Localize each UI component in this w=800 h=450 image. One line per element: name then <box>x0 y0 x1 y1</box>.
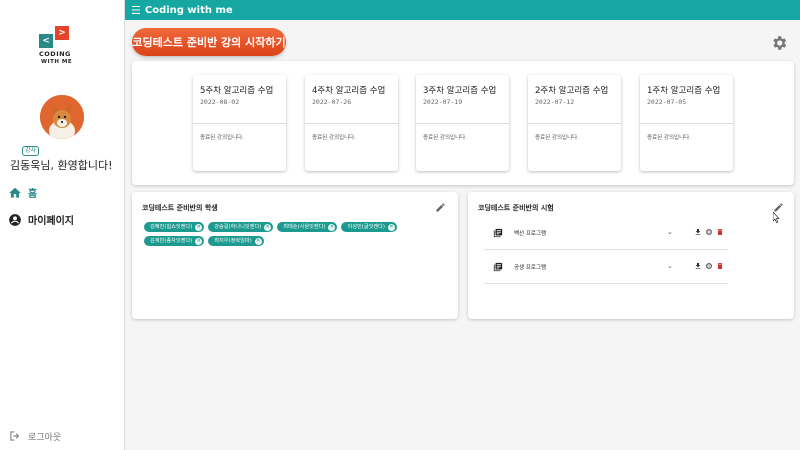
chevron-down-icon[interactable]: ⌄ <box>667 262 673 270</box>
lesson-status: 종료된 강의입니다. <box>647 135 691 141</box>
exam-name: 공생 프로그램 <box>514 265 547 271</box>
gear-icon[interactable] <box>705 228 713 236</box>
account-circle-icon <box>9 213 21 226</box>
lesson-card[interactable]: 4주차 알고리즘 수업 2022-07-26 종료된 강의입니다. <box>305 75 398 171</box>
nav-home-label: 홈 <box>28 189 38 200</box>
library-books-icon <box>493 262 503 272</box>
lesson-divider <box>416 123 509 124</box>
library-books-icon <box>493 228 503 238</box>
menu-icon[interactable]: ☰ <box>131 4 141 17</box>
nav-home[interactable]: 홈 <box>8 185 37 200</box>
lesson-date: 2022-07-19 <box>423 98 463 106</box>
lesson-card[interactable]: 3주차 알고리즘 수업 2022-07-19 종료된 강의입니다. <box>416 75 509 171</box>
exam-row[interactable]: 백선 프로그램 ⌄ <box>484 220 728 250</box>
lesson-title: 2주차 알고리즘 수업 <box>535 86 609 96</box>
lesson-divider <box>528 123 621 124</box>
delete-icon[interactable] <box>716 262 724 270</box>
edit-pencil-icon[interactable] <box>435 202 446 213</box>
student-chip-label: 이성민(글잇켄다) <box>347 224 385 230</box>
student-chip-list: 김혜진(힘쇼잇켄다) ✕ 강승길(하나니잇켄다) ✕ 최태순(사원잇켄다) ✕ 이성민… <box>144 222 444 246</box>
students-panel-title: 코딩테스트 준비반의 학생 <box>142 204 218 212</box>
logout-label: 로그아웃 <box>28 432 62 443</box>
logout-button[interactable]: 로그아웃 <box>8 429 61 443</box>
student-chip-label: 김혜진(힘쇼잇켄다) <box>150 224 193 230</box>
logo-text-line2: WITH ME <box>41 59 73 65</box>
student-chip[interactable]: 김계빈(종자잇켄다) ✕ <box>144 236 205 246</box>
student-chip[interactable]: 김혜진(힘쇼잇켄다) ✕ <box>144 222 205 232</box>
logo-left-glyph: < <box>39 34 53 48</box>
lesson-status: 종료된 강의입니다. <box>312 135 356 141</box>
settings-gear-icon[interactable] <box>770 34 788 52</box>
lesson-card[interactable]: 2주차 알고리즘 수업 2022-07-12 종료된 강의입니다. <box>528 75 621 171</box>
lesson-date: 2022-07-26 <box>312 98 352 106</box>
sidebar: < > CODING WITH ME 강사 김동욱님, 환영합니다! 홈 마이페… <box>0 0 125 450</box>
exams-panel: 코딩테스트 준비반의 시험 백선 프로그램 ⌄ 공생 프로그램 ⌄ <box>468 192 794 319</box>
chip-remove-icon[interactable]: ✕ <box>195 223 203 231</box>
student-chip-label: 김계빈(종자잇켄다) <box>150 238 193 244</box>
chip-remove-icon[interactable]: ✕ <box>254 237 262 245</box>
download-icon[interactable] <box>694 228 702 236</box>
student-chip[interactable]: 최지우(정락임마) ✕ <box>208 236 264 246</box>
lesson-divider <box>305 123 398 124</box>
role-badge: 강사 <box>22 146 40 156</box>
lesson-title: 3주차 알고리즘 수업 <box>423 86 497 96</box>
download-icon[interactable] <box>694 262 702 270</box>
lesson-title: 1주차 알고리즘 수업 <box>647 86 721 96</box>
nav-mypage[interactable]: 마이페이지 <box>8 212 74 227</box>
exam-row[interactable]: 공생 프로그램 ⌄ <box>484 254 728 284</box>
top-app-bar: ☰ Coding with me <box>125 0 800 20</box>
exam-name: 백선 프로그램 <box>514 231 547 237</box>
logout-icon <box>10 431 20 441</box>
chip-remove-icon[interactable]: ✕ <box>387 223 395 231</box>
student-chip[interactable]: 이성민(글잇켄다) ✕ <box>341 222 397 232</box>
lesson-status: 종료된 강의입니다. <box>423 135 467 141</box>
chevron-down-icon[interactable]: ⌄ <box>667 228 673 236</box>
student-chip-label: 최태순(사원잇켄다) <box>283 224 326 230</box>
lesson-title: 5주차 알고리즘 수업 <box>200 86 274 96</box>
lesson-date: 2022-08-02 <box>200 98 240 106</box>
lessons-panel: 5주차 알고리즘 수업 2022-08-02 종료된 강의입니다. 4주차 알고… <box>132 61 794 185</box>
lesson-date: 2022-07-12 <box>535 98 575 106</box>
lesson-divider <box>193 123 286 124</box>
logo-right-glyph: > <box>55 26 69 40</box>
lesson-card[interactable]: 1주차 알고리즘 수업 2022-07-05 종료된 강의입니다. <box>640 75 733 171</box>
student-chip-label: 강승길(하나니잇켄다) <box>214 224 262 230</box>
corgi-avatar-image <box>40 95 84 139</box>
nav-mypage-label: 마이페이지 <box>28 216 74 227</box>
avatar <box>40 95 84 139</box>
app-title: Coding with me <box>144 4 233 16</box>
chip-remove-icon[interactable]: ✕ <box>264 223 272 231</box>
chip-remove-icon[interactable]: ✕ <box>328 223 336 231</box>
home-icon <box>9 187 21 198</box>
app-logo[interactable]: < > CODING WITH ME <box>37 24 81 70</box>
students-panel: 코딩테스트 준비반의 학생 김혜진(힘쇼잇켄다) ✕ 강승길(하나니잇켄다) ✕ 최… <box>132 192 458 319</box>
start-lecture-button[interactable]: 코딩테스트 준비반 강의 시작하기 <box>132 28 286 56</box>
gear-icon[interactable] <box>705 262 713 270</box>
mouse-cursor-icon <box>773 212 780 223</box>
logo-text-line1: CODING <box>39 50 71 58</box>
student-chip[interactable]: 최태순(사원잇켄다) ✕ <box>277 222 338 232</box>
lesson-divider <box>640 123 733 124</box>
welcome-message: 김동욱님, 환영합니다! <box>10 159 113 172</box>
student-chip[interactable]: 강승길(하나니잇켄다) ✕ <box>208 222 274 232</box>
lesson-status: 종료된 강의입니다. <box>200 135 244 141</box>
lesson-status: 종료된 강의입니다. <box>535 135 579 141</box>
chip-remove-icon[interactable]: ✕ <box>195 237 203 245</box>
lesson-title: 4주차 알고리즘 수업 <box>312 86 386 96</box>
exams-panel-title: 코딩테스트 준비반의 시험 <box>478 204 554 212</box>
student-chip-label: 최지우(정락임마) <box>214 238 252 244</box>
delete-icon[interactable] <box>716 228 724 236</box>
lesson-card[interactable]: 5주차 알고리즘 수업 2022-08-02 종료된 강의입니다. <box>193 75 286 171</box>
lesson-date: 2022-07-05 <box>647 98 687 106</box>
